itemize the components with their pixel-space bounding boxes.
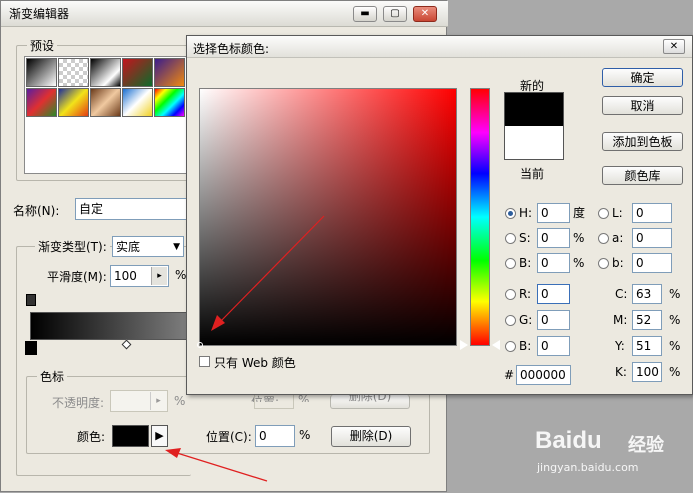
watermark-brand: Baidu — [535, 427, 602, 454]
current-color-preview[interactable] — [504, 126, 564, 160]
position-field-dim — [254, 395, 294, 409]
delete-button-dim: 删除(D) — [330, 395, 410, 409]
k-label: K: — [615, 365, 627, 379]
baidu-watermark: Baidu 经验 jingyan.baidu.com — [535, 425, 685, 485]
radio-g[interactable] — [505, 315, 516, 326]
b-rgb-field[interactable]: 0 — [537, 336, 570, 356]
b-lab-label: b: — [612, 256, 624, 270]
hex-label: # — [504, 368, 515, 382]
current-color-label: 当前 — [520, 167, 545, 181]
c-unit: % — [669, 287, 681, 301]
web-only-checkbox[interactable] — [199, 356, 210, 367]
r-label: R: — [519, 287, 532, 301]
ok-button[interactable]: 确定 — [602, 68, 683, 87]
m-label: M: — [613, 313, 628, 327]
web-only-label: 只有 Web 颜色 — [214, 356, 296, 370]
radio-l[interactable] — [598, 208, 609, 219]
s-label: S: — [519, 231, 531, 245]
b-lab-field[interactable]: 0 — [632, 253, 672, 273]
g-label: G: — [519, 313, 533, 327]
b-hsb-label: B: — [519, 256, 532, 270]
k-field[interactable]: 100 — [632, 362, 662, 382]
h-unit: 度 — [573, 206, 586, 220]
h-field[interactable]: 0 — [537, 203, 570, 223]
r-field[interactable]: 0 — [537, 284, 570, 304]
k-unit: % — [669, 365, 681, 379]
radio-b-lab[interactable] — [598, 258, 609, 269]
hex-field[interactable]: 000000 — [516, 365, 571, 385]
m-field[interactable]: 52 — [632, 310, 662, 330]
y-unit: % — [669, 339, 681, 353]
y-label: Y: — [615, 339, 625, 353]
new-color-preview — [504, 92, 564, 126]
watermark-url: jingyan.baidu.com — [537, 461, 639, 474]
color-libraries-button[interactable]: 颜色库 — [602, 166, 683, 185]
radio-a[interactable] — [598, 233, 609, 244]
b-hsb-unit: % — [573, 256, 585, 270]
g-field[interactable]: 0 — [537, 310, 570, 330]
c-field[interactable]: 63 — [632, 284, 662, 304]
y-field[interactable]: 51 — [632, 336, 662, 356]
l-label: L: — [612, 206, 623, 220]
color-picker-dialog: 选择色标颜色: ✕ 只有 Web 颜色 新的 当前 确定 取消 添加到色板 颜色… — [186, 35, 693, 395]
radio-b-hsb[interactable] — [505, 258, 516, 269]
cancel-button[interactable]: 取消 — [602, 96, 683, 115]
m-unit: % — [669, 313, 681, 327]
b-rgb-label: B: — [519, 339, 532, 353]
a-field[interactable]: 0 — [632, 228, 672, 248]
add-to-swatches-button[interactable]: 添加到色板 — [602, 132, 683, 151]
s-unit: % — [573, 231, 585, 245]
a-label: a: — [612, 231, 624, 245]
radio-b-rgb[interactable] — [505, 341, 516, 352]
s-field[interactable]: 0 — [537, 228, 570, 248]
h-label: H: — [519, 206, 533, 220]
radio-s[interactable] — [505, 233, 516, 244]
radio-r[interactable] — [505, 289, 516, 300]
c-label: C: — [615, 287, 628, 301]
radio-h[interactable] — [505, 208, 516, 219]
b-hsb-field[interactable]: 0 — [537, 253, 570, 273]
l-field[interactable]: 0 — [632, 203, 672, 223]
watermark-brand-cn: 经验 — [628, 435, 664, 456]
